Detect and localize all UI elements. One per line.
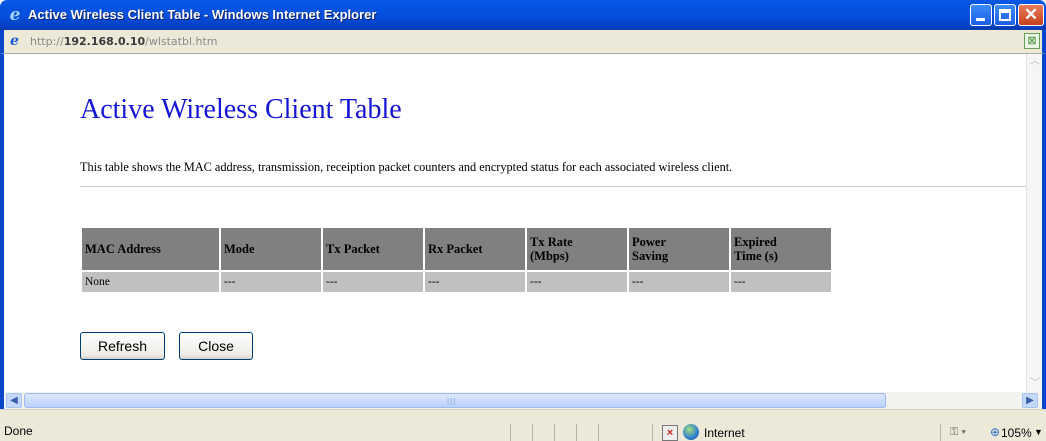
divider: [80, 186, 1030, 187]
url-prefix: http://: [30, 35, 64, 48]
popup-blocked-icon[interactable]: ×: [662, 425, 678, 441]
address-bar: e http://192.168.0.10/wlstatbl.htm ⊠: [0, 30, 1046, 54]
zoom-level[interactable]: 105%: [1001, 426, 1032, 440]
close-window-button[interactable]: ✕: [1018, 4, 1044, 26]
page-title: Active Wireless Client Table: [80, 94, 402, 125]
status-divider: [510, 424, 511, 441]
header-expired-time: Expired Time (s): [731, 228, 831, 270]
header-tx-packet: Tx Packet: [323, 228, 423, 270]
maximize-button[interactable]: [994, 4, 1016, 26]
scroll-right-icon[interactable]: ▶: [1022, 393, 1038, 408]
minimize-icon: [976, 18, 985, 21]
scrollbar-thumb[interactable]: |||: [24, 393, 886, 408]
header-power-saving: Power Saving: [629, 228, 729, 270]
header-mac-address: MAC Address: [82, 228, 219, 270]
zoom-icon[interactable]: ⊕: [990, 425, 1000, 439]
window-title-bar[interactable]: e Active Wireless Client Table - Windows…: [0, 0, 1046, 30]
horizontal-scrollbar[interactable]: ◀ ||| ▶: [0, 392, 1046, 409]
scroll-left-icon[interactable]: ◀: [6, 393, 22, 408]
cell-tx-packet: ---: [323, 272, 423, 292]
scroll-down-icon[interactable]: ﹀: [1028, 376, 1042, 392]
url-path: /wlstatbl.htm: [145, 35, 218, 48]
security-zone-label: Internet: [704, 426, 745, 440]
internet-explorer-icon: e: [9, 5, 21, 25]
table-header-row: MAC Address Mode Tx Packet Rx Packet Tx …: [82, 228, 831, 270]
window-title: Active Wireless Client Table - Windows I…: [28, 7, 377, 22]
close-icon: ✕: [1023, 5, 1039, 24]
status-divider: [554, 424, 555, 441]
cell-expired-time: ---: [731, 272, 831, 292]
header-rx-packet: Rx Packet: [425, 228, 525, 270]
header-tx-rate: Tx Rate (Mbps): [527, 228, 627, 270]
page-description: This table shows the MAC address, transm…: [80, 160, 733, 174]
grip-icon: |||: [447, 397, 457, 406]
header-mode: Mode: [221, 228, 321, 270]
internet-zone-icon: [683, 424, 699, 440]
status-bar: Done × Internet ⚿ ▾ ⊕ 105% ▼: [0, 409, 1046, 441]
close-button[interactable]: Close: [179, 332, 253, 360]
table-row: None --- --- --- --- --- ---: [82, 272, 831, 292]
status-divider: [940, 424, 941, 441]
status-divider: [576, 424, 577, 441]
cell-mode: ---: [221, 272, 321, 292]
scroll-up-icon[interactable]: ︿: [1028, 54, 1042, 70]
chevron-down-icon[interactable]: ▼: [1034, 427, 1043, 437]
compatibility-view-icon[interactable]: ⊠: [1024, 33, 1040, 49]
page-icon: e: [10, 33, 19, 49]
client-table: MAC Address Mode Tx Packet Rx Packet Tx …: [80, 226, 833, 294]
cell-power-saving: ---: [629, 272, 729, 292]
status-divider: [652, 424, 653, 441]
status-divider: [532, 424, 533, 441]
minimize-button[interactable]: [970, 4, 992, 26]
url-display[interactable]: http://192.168.0.10/wlstatbl.htm: [30, 34, 218, 50]
status-divider: [598, 424, 599, 441]
vertical-scrollbar[interactable]: ︿ ﹀: [1026, 54, 1042, 392]
cell-mac-address: None: [82, 272, 219, 292]
protected-mode-icon[interactable]: ⚿ ▾: [950, 426, 966, 439]
url-host: 192.168.0.10: [63, 35, 146, 48]
refresh-button[interactable]: Refresh: [80, 332, 165, 360]
cell-tx-rate: ---: [527, 272, 627, 292]
status-text: Done: [4, 424, 33, 438]
page-viewport: Active Wireless Client Table This table …: [0, 54, 1046, 392]
maximize-icon: [999, 9, 1011, 21]
cell-rx-packet: ---: [425, 272, 525, 292]
